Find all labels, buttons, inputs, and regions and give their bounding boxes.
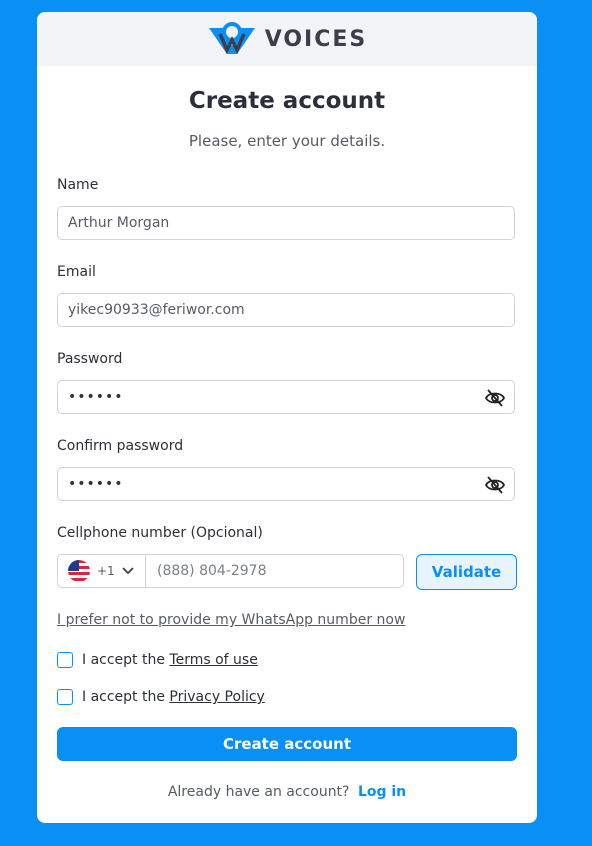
terms-link[interactable]: Terms of use [169,652,257,668]
chevron-down-icon [122,567,134,575]
voices-logo-icon [208,22,255,55]
terms-label: I accept the Terms of use [82,652,258,668]
country-code: +1 [97,564,115,578]
name-label: Name [57,177,99,193]
eye-off-icon[interactable] [485,476,505,494]
phone-label: Cellphone number (Opcional) [57,525,263,541]
confirm-password-field[interactable]: •••••• [57,467,515,501]
skip-whatsapp-link[interactable]: I prefer not to provide my WhatsApp numb… [57,612,405,628]
password-field[interactable]: •••••• [57,380,515,414]
privacy-checkbox[interactable] [57,689,73,705]
page-subtitle: Please, enter your details. [188,132,386,150]
phone-field-group: +1 (888) 804-2978 [57,554,404,588]
brand-header: VOICES [37,12,537,66]
us-flag-icon [68,560,90,582]
phone-placeholder: (888) 804-2978 [157,563,267,579]
email-field[interactable]: yikec90933@feriwor.com [57,293,515,327]
confirm-password-label: Confirm password [57,438,184,454]
privacy-row: I accept the Privacy Policy [57,689,265,705]
validate-button[interactable]: Validate [416,554,517,590]
login-prompt-text: Already have an account? [167,784,350,800]
email-label: Email [57,264,96,280]
password-value: •••••• [68,389,124,405]
name-field[interactable]: Arthur Morgan [57,206,515,240]
email-value: yikec90933@feriwor.com [68,302,245,318]
privacy-label: I accept the Privacy Policy [82,689,265,705]
signup-card: VOICES Create account Please, enter your… [37,12,537,823]
page-title: Create account [188,88,386,114]
login-link[interactable]: Log in [358,784,406,800]
confirm-password-value: •••••• [68,476,124,492]
create-account-button[interactable]: Create account [57,727,517,761]
name-value: Arthur Morgan [68,215,170,231]
eye-off-icon[interactable] [485,389,505,407]
login-prompt: Already have an account? Log in [37,784,537,800]
phone-input[interactable]: (888) 804-2978 [146,555,403,587]
terms-checkbox[interactable] [57,652,73,668]
country-code-select[interactable]: +1 [58,555,146,587]
password-label: Password [57,351,123,367]
brand-name: VOICES [264,26,368,52]
privacy-link[interactable]: Privacy Policy [169,689,264,705]
terms-row: I accept the Terms of use [57,652,258,668]
